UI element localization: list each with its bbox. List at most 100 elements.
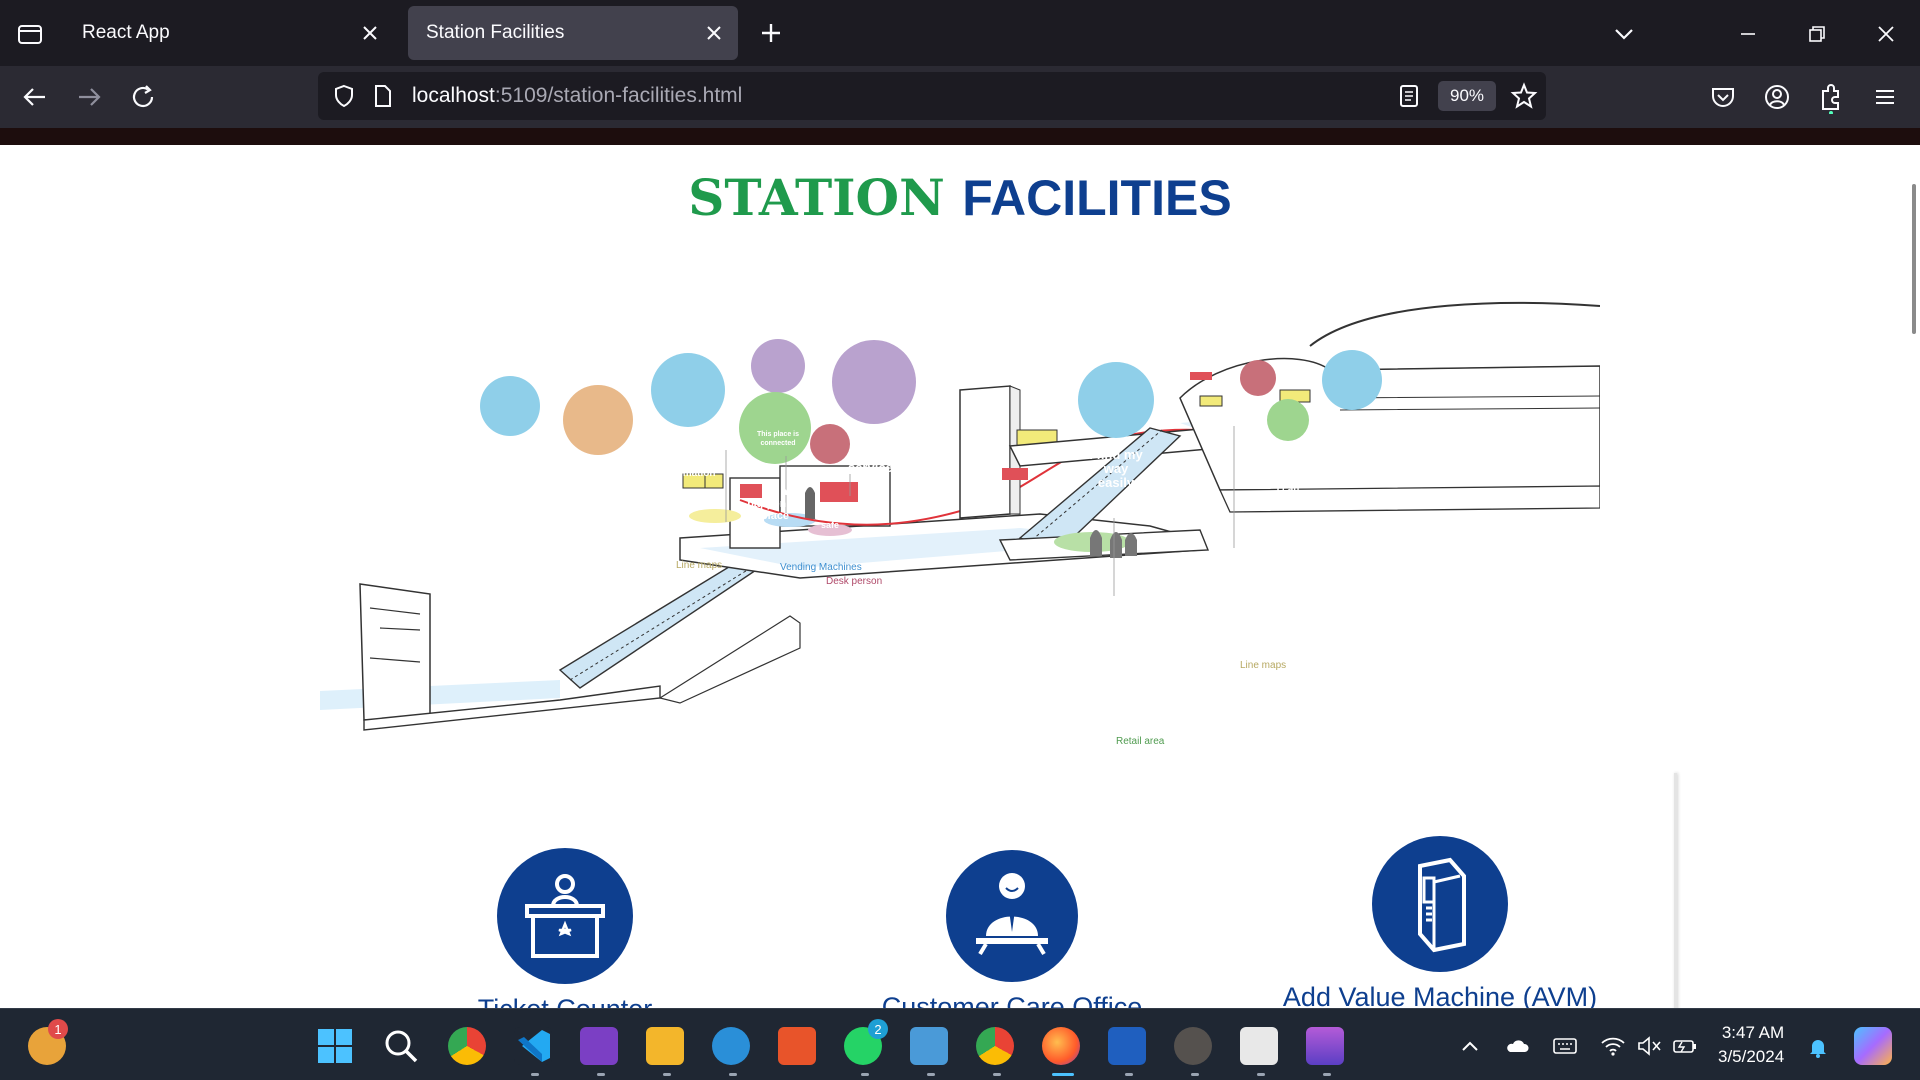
facility-label: Customer Care Office (881, 992, 1143, 1008)
notepad-icon[interactable] (910, 1027, 948, 1065)
tab-title: Station Facilities (426, 22, 565, 43)
keyboard-icon[interactable] (1552, 1035, 1577, 1057)
new-tab-icon[interactable] (756, 18, 786, 48)
tab-react-app[interactable]: React App (64, 6, 394, 60)
search-icon[interactable] (382, 1027, 420, 1065)
settings-gear-icon[interactable] (1174, 1027, 1212, 1065)
windows-taskbar: 1 2 3:47 AM 3/5/2024 (0, 1008, 1920, 1080)
bookmark-star-icon[interactable] (1510, 82, 1538, 114)
ticket-counter-icon (497, 848, 633, 984)
facility-avm[interactable]: Add Value Machine (AVM) (1250, 836, 1630, 1008)
file-explorer-icon[interactable] (646, 1027, 684, 1065)
chrome-profile-icon[interactable] (976, 1027, 1014, 1065)
header-strip (0, 128, 1920, 145)
browser-tab-strip: React App Station Facilities (0, 0, 1920, 66)
notification-bell-icon[interactable] (1806, 1035, 1830, 1058)
word-icon[interactable] (1108, 1027, 1146, 1065)
running-indicator (993, 1073, 1001, 1076)
onedrive-icon[interactable] (1504, 1035, 1529, 1057)
whatsapp-badge: 2 (868, 1019, 888, 1039)
bubble-specific-info: I need specific information (660, 444, 716, 479)
label-retail-area: Retail area (1116, 736, 1165, 747)
tab-list-icon[interactable] (14, 18, 46, 50)
snipping-tool-icon[interactable] (1240, 1027, 1278, 1065)
bubble-connected: This place is connected (756, 431, 800, 447)
content-divider (1674, 773, 1677, 1008)
list-all-tabs-icon[interactable] (1610, 20, 1638, 48)
bubble-buy-tickets: I can easily buy my tickets (578, 470, 618, 518)
label-line-maps: Line maps (676, 560, 723, 571)
clipchamp-icon[interactable] (1306, 1027, 1344, 1065)
reader-view-icon[interactable] (1398, 84, 1420, 112)
bubble-feel-safe-2: I feel safe (1248, 442, 1268, 460)
close-tab-icon[interactable] (360, 23, 380, 43)
restore-icon[interactable] (1802, 20, 1830, 48)
show-hidden-icons-icon[interactable] (1458, 1035, 1482, 1057)
url-path: :5109/station-facilities.html (494, 84, 743, 107)
active-indicator (1052, 1073, 1074, 1076)
reload-icon[interactable] (128, 82, 158, 112)
pocket-icon[interactable] (1708, 82, 1738, 112)
customer-care-icon (946, 850, 1078, 982)
clock-time: 3:47 AM (1721, 1023, 1785, 1042)
account-icon[interactable] (1762, 82, 1792, 112)
onenote-icon[interactable] (580, 1027, 618, 1065)
running-indicator (1125, 1073, 1133, 1076)
running-indicator (531, 1073, 539, 1076)
running-indicator (1257, 1073, 1265, 1076)
forward-icon[interactable] (74, 82, 104, 112)
page-content: STATION FACILITIES Free to go I can easi… (0, 128, 1920, 1008)
running-indicator (861, 1073, 869, 1076)
page-info-icon[interactable] (372, 84, 394, 112)
extensions-icon[interactable] (1816, 82, 1846, 115)
close-window-icon[interactable] (1872, 20, 1900, 48)
label-vending-machines: Vending Machines (780, 562, 862, 573)
clock-date: 3/5/2024 (1718, 1047, 1785, 1066)
battery-icon[interactable] (1672, 1035, 1696, 1057)
bubble-happening: It's a happening place (747, 486, 803, 522)
facility-customer-care[interactable]: Customer Care Office (852, 850, 1172, 1008)
copilot-icon[interactable] (1854, 1027, 1892, 1065)
page-title: STATION FACILITIES (0, 168, 1920, 227)
firefox-icon[interactable] (1042, 1027, 1080, 1065)
bubble-can-sit: I can sit (1276, 484, 1300, 506)
vscode-icon[interactable] (514, 1027, 552, 1065)
windows-start-icon[interactable] (316, 1027, 354, 1065)
back-icon[interactable] (20, 82, 50, 112)
bubble-enjoy-services: I can enjoy services (847, 430, 901, 475)
bubble-find-way: I find my way easily (1089, 447, 1143, 490)
illustration-labels: Free to go I can easily buy my tickets I… (320, 278, 1600, 868)
title-facilities: FACILITIES (962, 170, 1232, 226)
running-indicator (1323, 1073, 1331, 1076)
title-station: STATION (688, 168, 945, 227)
browser-navigation-bar: localhost:5109/station-facilities.html 9… (0, 66, 1920, 128)
bubble-feel-safe: I feel safe (819, 510, 841, 530)
system-clock[interactable]: 3:47 AM 3/5/2024 (1718, 1021, 1784, 1069)
ubuntu-icon[interactable] (778, 1027, 816, 1065)
chrome-icon[interactable] (448, 1027, 486, 1065)
address-bar[interactable]: localhost:5109/station-facilities.html 9… (318, 72, 1546, 120)
running-indicator (597, 1073, 605, 1076)
url-host: localhost (412, 84, 495, 107)
url-text[interactable]: localhost:5109/station-facilities.html (412, 84, 742, 108)
facility-label: Add Value Machine (AVM) (1282, 982, 1598, 1008)
facility-ticket-counter[interactable]: Ticket Counter (420, 848, 710, 1008)
tracking-protection-shield-icon[interactable] (332, 84, 356, 112)
running-indicator (927, 1073, 935, 1076)
menu-icon[interactable] (1870, 82, 1900, 112)
wifi-icon[interactable] (1600, 1035, 1625, 1057)
volume-muted-icon[interactable] (1636, 1035, 1661, 1057)
minimize-icon[interactable] (1734, 20, 1762, 48)
edge-icon[interactable] (712, 1027, 750, 1065)
bubble-free-to-go: Free to go (491, 464, 529, 488)
running-indicator (729, 1073, 737, 1076)
running-indicator (1191, 1073, 1199, 1076)
running-indicator (663, 1073, 671, 1076)
label-line-maps-2: Line maps (1240, 660, 1287, 671)
avm-icon (1372, 836, 1508, 972)
tab-title: React App (82, 22, 170, 43)
label-desk-person: Desk person (826, 576, 883, 587)
close-tab-icon[interactable] (704, 23, 724, 43)
tab-station-facilities[interactable]: Station Facilities (408, 6, 738, 60)
zoom-level-button[interactable]: 90% (1438, 81, 1496, 111)
